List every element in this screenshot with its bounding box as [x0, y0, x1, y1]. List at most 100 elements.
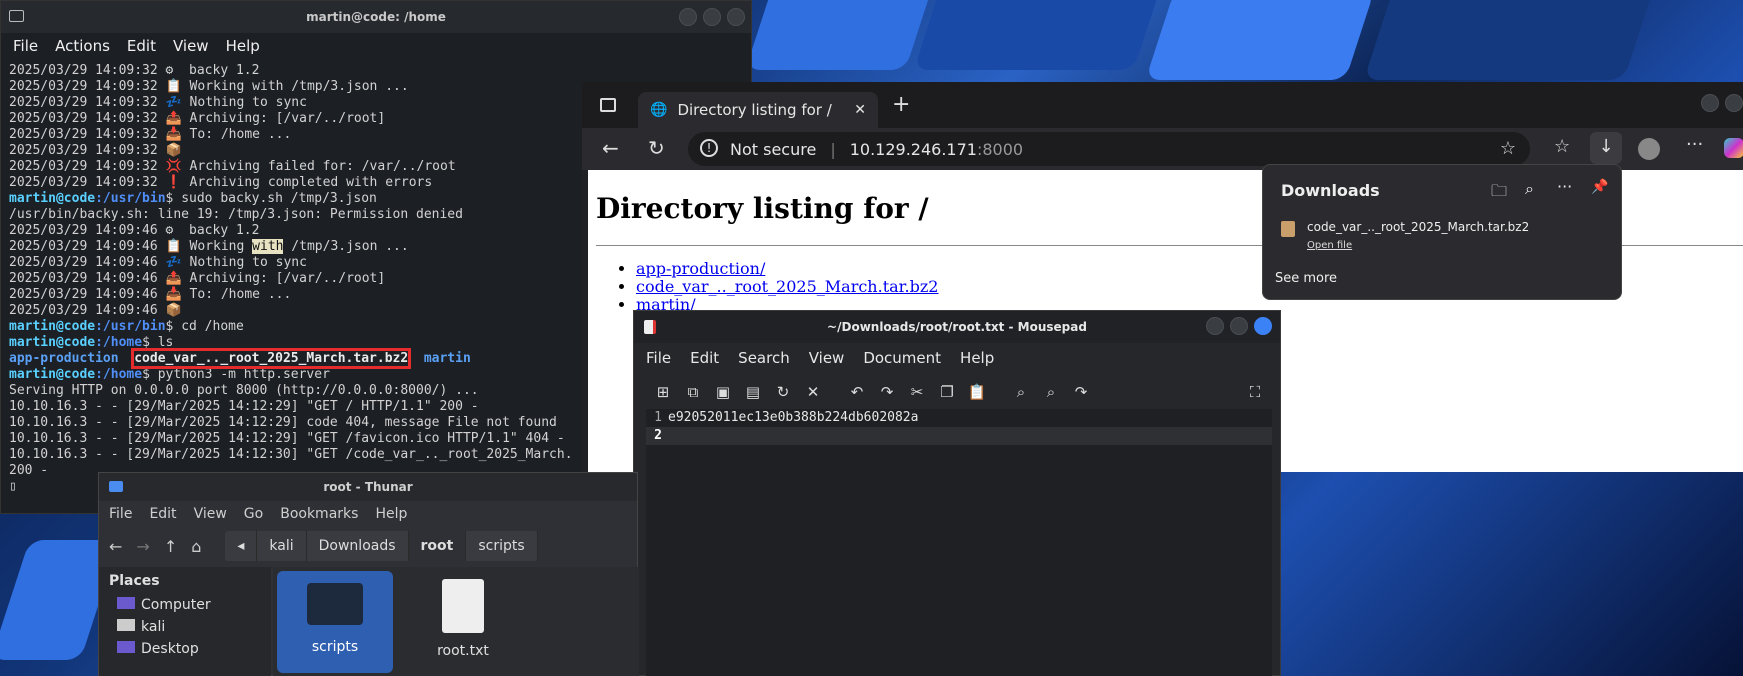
minimize-button[interactable]	[679, 8, 697, 26]
menu-actions[interactable]: Actions	[55, 37, 110, 55]
close-button[interactable]	[727, 8, 745, 26]
close-tab-icon[interactable]: ✕	[854, 102, 866, 118]
crumb-kali[interactable]: kali	[257, 531, 307, 561]
favorites-icon[interactable]: ☆	[1554, 136, 1570, 157]
computer-icon	[117, 597, 135, 609]
maximize-button[interactable]	[703, 8, 721, 26]
breadcrumb-left-icon[interactable]: ◂	[225, 531, 258, 561]
new-window-icon[interactable]: ⧉	[678, 383, 708, 401]
menu-edit[interactable]: Edit	[149, 506, 176, 522]
reload-icon[interactable]: ↻	[648, 136, 665, 160]
menu-view[interactable]: View	[194, 506, 227, 522]
download-filename[interactable]: code_var_.._root_2025_March.tar.bz2	[1307, 220, 1529, 234]
place-kali[interactable]: kali	[99, 617, 271, 639]
crumb-scripts[interactable]: scripts	[466, 531, 538, 561]
folder-icon[interactable]: 🗀	[1491, 180, 1507, 207]
mousepad-title: ~/Downloads/root/root.txt - Mousepad	[827, 320, 1087, 334]
up-icon[interactable]: ↑	[164, 537, 177, 556]
menu-view[interactable]: View	[809, 349, 845, 367]
downloads-title: Downloads	[1281, 181, 1380, 200]
fullscreen-icon[interactable]: ⛶	[1240, 383, 1270, 401]
star-icon[interactable]: ☆	[1500, 138, 1516, 159]
copilot-icon[interactable]	[1724, 138, 1743, 158]
maximize-button[interactable]	[1230, 317, 1248, 335]
mousepad-titlebar[interactable]: ~/Downloads/root/root.txt - Mousepad	[634, 311, 1280, 343]
breadcrumb: ◂ kali Downloads root scripts	[225, 531, 538, 561]
menu-help[interactable]: Help	[226, 37, 260, 55]
places-heading: Places	[109, 573, 160, 589]
paste-icon[interactable]: 📋	[962, 383, 992, 401]
thunar-window[interactable]: root - Thunar File Edit View Go Bookmark…	[98, 472, 639, 676]
goto-icon[interactable]: ↷	[1066, 383, 1096, 401]
cut-icon[interactable]: ✂	[902, 383, 932, 401]
search-icon[interactable]: ⌕	[1525, 179, 1534, 199]
file-view[interactable]: scripts root.txt	[273, 567, 639, 676]
place-desktop[interactable]: Desktop	[99, 639, 271, 661]
reload-icon[interactable]: ↻	[768, 383, 798, 401]
find-replace-icon[interactable]: ⌕	[1036, 383, 1066, 401]
redo-icon[interactable]: ↷	[872, 383, 902, 401]
more-icon[interactable]: ···	[1686, 134, 1703, 155]
address-bar[interactable]: ! Not secure | 10.129.246.171:8000 ☆	[688, 132, 1530, 166]
menu-file[interactable]: File	[646, 349, 671, 367]
crumb-root[interactable]: root	[408, 531, 467, 561]
save-icon[interactable]: ▣	[708, 383, 738, 401]
thunar-title: root - Thunar	[323, 480, 413, 494]
downloads-panel[interactable]: Downloads 🗀 ⌕ ··· 📌 code_var_.._root_202…	[1262, 164, 1622, 300]
file-item[interactable]: root.txt	[405, 571, 521, 673]
menu-go[interactable]: Go	[244, 506, 263, 522]
prompt-command: $ sudo backy.sh /tmp/3.json	[165, 191, 377, 206]
tab-title: Directory listing for /	[677, 101, 832, 119]
terminal-titlebar[interactable]: martin@code: /home	[1, 1, 751, 33]
menu-help[interactable]: Help	[375, 506, 407, 522]
text-editor[interactable]: 1 e92052011ec13e0b388b224db602082a 2	[646, 409, 1272, 676]
new-tab-icon[interactable]: +	[892, 92, 910, 117]
menu-file[interactable]: File	[109, 506, 132, 522]
menu-document[interactable]: Document	[863, 349, 941, 367]
folder-icon	[307, 583, 363, 625]
downloads-icon[interactable]: ↓	[1590, 132, 1622, 164]
menu-view[interactable]: View	[173, 37, 209, 55]
menu-bookmarks[interactable]: Bookmarks	[280, 506, 358, 522]
pin-icon[interactable]: 📌	[1591, 179, 1608, 195]
menu-search[interactable]: Search	[738, 349, 790, 367]
minimize-button[interactable]	[1701, 94, 1719, 112]
minimize-button[interactable]	[1206, 317, 1224, 335]
line-number: 1	[654, 410, 662, 425]
tab-bar: 🌐 Directory listing for / ✕ +	[582, 82, 1743, 128]
menu-file[interactable]: File	[13, 37, 38, 55]
folder-icon	[109, 481, 123, 492]
file-item[interactable]: scripts	[277, 571, 393, 673]
undo-icon[interactable]: ↶	[842, 383, 872, 401]
thunar-titlebar[interactable]: root - Thunar	[99, 473, 637, 501]
desktop-icon	[117, 641, 135, 653]
close-button[interactable]	[1254, 317, 1272, 335]
tab-directory-listing[interactable]: 🌐 Directory listing for / ✕	[638, 92, 878, 128]
back-icon[interactable]: ←	[109, 537, 122, 556]
mousepad-window[interactable]: ~/Downloads/root/root.txt - Mousepad Fil…	[633, 310, 1281, 676]
menu-edit[interactable]: Edit	[127, 37, 156, 55]
close-document-icon[interactable]: ✕	[798, 383, 828, 401]
save-as-icon[interactable]: ▤	[738, 383, 768, 401]
menu-help[interactable]: Help	[960, 349, 994, 367]
crumb-downloads[interactable]: Downloads	[307, 531, 409, 561]
profile-avatar[interactable]	[1638, 138, 1660, 160]
more-icon[interactable]: ···	[1557, 177, 1572, 196]
menu-edit[interactable]: Edit	[690, 349, 719, 367]
home-icon[interactable]: ⌂	[191, 537, 201, 556]
see-more-link[interactable]: See more	[1275, 271, 1337, 286]
text-file-icon	[442, 579, 484, 633]
find-icon[interactable]: ⌕	[1006, 383, 1036, 401]
tab-actions-icon[interactable]	[600, 98, 616, 112]
terminal-menubar: File Actions Edit View Help	[1, 33, 751, 59]
place-computer[interactable]: Computer	[99, 595, 271, 617]
forward-icon[interactable]: →	[136, 537, 149, 556]
copy-icon[interactable]: ❐	[932, 383, 962, 401]
back-icon[interactable]: ←	[602, 136, 619, 160]
link-app-production[interactable]: app-production/	[636, 259, 765, 278]
open-file-link[interactable]: Open file	[1307, 240, 1352, 251]
link-archive[interactable]: code_var_.._root_2025_March.tar.bz2	[636, 277, 938, 296]
maximize-button[interactable]	[1725, 94, 1743, 112]
new-document-icon[interactable]: ⊞	[648, 383, 678, 401]
prompt-user: martin@code	[9, 191, 96, 206]
